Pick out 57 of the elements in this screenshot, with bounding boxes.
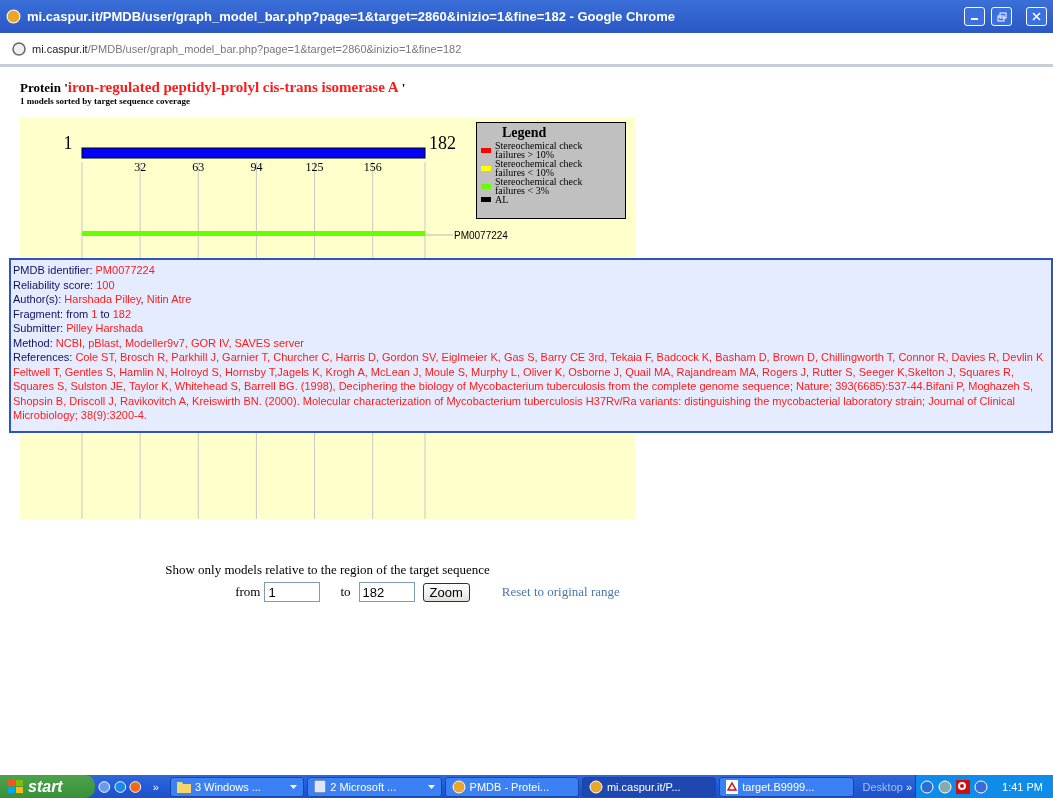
- globe-icon: [12, 41, 26, 56]
- taskbar-task[interactable]: mi.caspur.it/P...: [581, 776, 717, 797]
- info-line: Submitter: Pilley Harshada: [13, 321, 145, 336]
- legend-label: Stereochemical check failures < 10%: [495, 159, 584, 177]
- taskbar-task[interactable]: target.B9999...: [719, 776, 854, 797]
- range-start: 1: [63, 133, 73, 153]
- tick-label: 63: [192, 160, 205, 174]
- close-button[interactable]: [1026, 7, 1047, 26]
- tick-label: 94: [250, 160, 263, 174]
- info-line: Method: NCBI, pBlast, Modeller9v7, GOR IV, SAVES server: [13, 335, 306, 350]
- info-line: References: Cole ST, Brosch R, Parkhill J, Garnier T, Churcher C, Harris D, Gordon SV, Eiglmeier K, Gas S, Barry CE 3rd, Tekaia F, Badcock K, Basham D, Brown D, Chillingworth T, Connor R, Davies R, Devlin K Feltwell T, Gentles S, Hamlin N, Holroyd S, Hornsby T,Jagels K, Krogh A, McLean J, Moule S, Murphy L, Oliver K, Osborne J, Quail MA, Rajandream MA, Rogers J, Rutter S, Seeger K,Skelton J, Squares R, Squares S, Sulston JE, Taylor K, Whitehead S, Barrell BG. (1998), Deciphering the biology of Mycobacterium tuberculosis from the complete genome sequence; Nature; 393(6685):537-44.Bifani P, Moghazeh S, Shopsin B, Driscoll J, Ravikovitch A, Kreiswirth BN. (2000). Molecular characterization of Mycobacterium tuberculosis H37Rv/Ra variants: distinguishing the mycobacterial laboratory strain; Journal of Clinical Microbiology; 38(9):3200-4.: [13, 350, 1045, 423]
- tick-label: 156: [363, 160, 382, 174]
- legend-label: Stereochemical check failures < 3%: [495, 177, 584, 195]
- clock: 1:41 PM: [1002, 780, 1043, 793]
- pdf-icon: [726, 779, 739, 794]
- address-url[interactable]: mi.caspur.it/PMDB/user/graph_model_bar.php?page=1&target=2860&inizio=1&fine=182: [32, 42, 462, 55]
- taskbar-task[interactable]: 2 Microsoft ...: [307, 776, 442, 797]
- info-line: Reliability score: 100: [13, 277, 116, 292]
- tick-label: 32: [134, 160, 147, 174]
- range-end: 182: [429, 133, 456, 153]
- restore-icon: [996, 11, 1007, 22]
- range-caption: Show only models relative to the region of the target sequence: [165, 562, 490, 578]
- browser-icon: [6, 9, 21, 24]
- taskbar-task[interactable]: 3 Windows ...: [169, 776, 305, 797]
- models-subtitle: 1 models sorted by target sequence coverage: [20, 96, 191, 106]
- more-quicklaunch[interactable]: »: [152, 780, 159, 793]
- from-field[interactable]: 1: [264, 582, 321, 602]
- protein-heading: Protein 'iron-regulated peptidyl-prolyl cis-trans isomerase A ': [20, 79, 407, 96]
- browser-icon: [113, 779, 127, 794]
- window-title: mi.caspur.it/PMDB/user/graph_model_bar.php?page=1&target=2860&inizio=1&fine=182 - Google Chrome: [27, 9, 676, 24]
- legend-title: Legend: [501, 125, 548, 141]
- search-icon: [956, 779, 971, 794]
- more-toolbar[interactable]: »: [905, 780, 912, 793]
- info-line: PMDB identifier: PM0077224: [13, 263, 156, 278]
- model-id[interactable]: PM0077224: [454, 230, 508, 241]
- taskbar-task[interactable]: PMDB - Protei...: [444, 776, 579, 797]
- folder-icon: [176, 780, 191, 793]
- info-line: Fragment: from 1 to 182: [13, 306, 133, 321]
- start-button[interactable]: start: [0, 775, 96, 798]
- minimize-button[interactable]: [964, 7, 985, 26]
- desktop-toolbar[interactable]: Desktop: [862, 780, 903, 793]
- reset-link[interactable]: Reset to original range: [501, 584, 620, 600]
- document-icon: [314, 780, 327, 793]
- to-field[interactable]: 182: [358, 582, 415, 602]
- restore-button[interactable]: [991, 7, 1012, 26]
- windows-logo-icon: [8, 779, 24, 794]
- info-line: Author(s): Harshada Pilley, Nitin Atre: [13, 292, 193, 307]
- leader-line: [424, 234, 454, 236]
- browser-icon: [588, 779, 603, 794]
- tick-label: 125: [305, 160, 324, 174]
- zoom-button[interactable]: Zoom: [422, 582, 470, 602]
- legend-label: AL: [495, 195, 510, 204]
- from-label: from: [235, 584, 261, 600]
- browser-icon: [451, 779, 466, 794]
- to-label: to: [340, 584, 351, 600]
- legend-label: Stereochemical check failures > 10%: [495, 141, 584, 159]
- close-icon: [1032, 12, 1041, 21]
